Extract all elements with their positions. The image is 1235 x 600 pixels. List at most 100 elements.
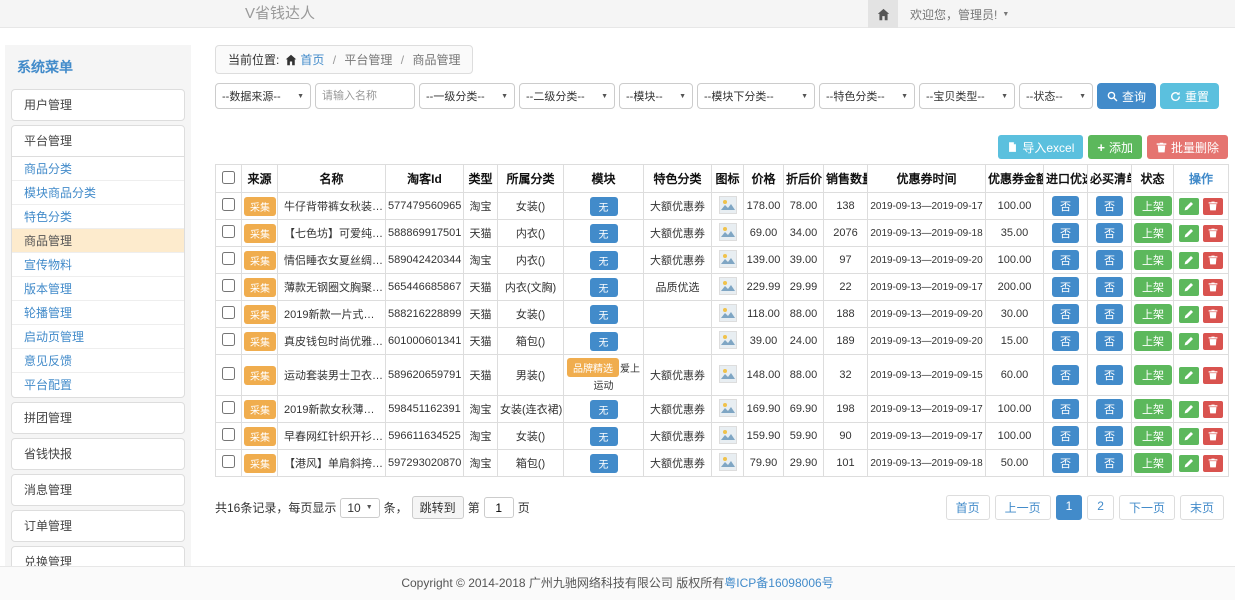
reset-button[interactable]: 重置: [1160, 83, 1219, 109]
must-buy-toggle[interactable]: 否: [1096, 304, 1123, 324]
sidebar-item-5[interactable]: 订单管理: [12, 511, 184, 541]
page-number-input[interactable]: [484, 497, 514, 518]
delete-button[interactable]: [1203, 333, 1223, 350]
edit-button[interactable]: [1179, 428, 1199, 445]
page-first[interactable]: 首页: [946, 495, 990, 520]
import-select-toggle[interactable]: 否: [1052, 250, 1079, 270]
filter-select-data-source[interactable]: --数据来源--▼: [215, 83, 311, 109]
name-search-input[interactable]: [315, 83, 415, 109]
edit-button[interactable]: [1179, 333, 1199, 350]
must-buy-toggle[interactable]: 否: [1096, 365, 1123, 385]
home-nav-button[interactable]: [868, 0, 898, 28]
sidebar-subitem[interactable]: 特色分类: [12, 205, 184, 229]
row-checkbox[interactable]: [222, 367, 235, 380]
delete-button[interactable]: [1203, 401, 1223, 418]
row-checkbox[interactable]: [222, 252, 235, 265]
filter-select-item-type[interactable]: --宝贝类型--▼: [919, 83, 1015, 109]
filter-select-module[interactable]: --模块--▼: [619, 83, 693, 109]
import-select-toggle[interactable]: 否: [1052, 426, 1079, 446]
delete-button[interactable]: [1203, 225, 1223, 242]
edit-button[interactable]: [1179, 225, 1199, 242]
row-checkbox[interactable]: [222, 198, 235, 211]
status-toggle[interactable]: 上架: [1134, 399, 1172, 419]
status-toggle[interactable]: 上架: [1134, 453, 1172, 473]
import-select-toggle[interactable]: 否: [1052, 277, 1079, 297]
filter-select-feature-category[interactable]: --特色分类--▼: [819, 83, 915, 109]
must-buy-toggle[interactable]: 否: [1096, 399, 1123, 419]
sidebar-item-2[interactable]: 拼团管理: [12, 403, 184, 433]
import-select-toggle[interactable]: 否: [1052, 196, 1079, 216]
app-title[interactable]: V省钱达人: [245, 0, 315, 28]
row-checkbox[interactable]: [222, 333, 235, 346]
import-select-toggle[interactable]: 否: [1052, 331, 1079, 351]
edit-button[interactable]: [1179, 306, 1199, 323]
filter-select-level1-category[interactable]: --一级分类--▼: [419, 83, 515, 109]
delete-button[interactable]: [1203, 198, 1223, 215]
page-2[interactable]: 2: [1087, 495, 1114, 520]
batch-delete-button[interactable]: 批量删除: [1147, 135, 1228, 159]
sidebar-subitem[interactable]: 平台配置: [12, 373, 184, 397]
delete-button[interactable]: [1203, 455, 1223, 472]
page-next[interactable]: 下一页: [1119, 495, 1175, 520]
icp-link[interactable]: 粤ICP备16098006号: [724, 576, 833, 590]
row-checkbox[interactable]: [222, 279, 235, 292]
sidebar-item-0[interactable]: 用户管理: [12, 90, 184, 120]
must-buy-toggle[interactable]: 否: [1096, 196, 1123, 216]
edit-button[interactable]: [1179, 367, 1199, 384]
breadcrumb-home-link[interactable]: 首页: [300, 53, 324, 67]
sidebar-subitem[interactable]: 版本管理: [12, 277, 184, 301]
edit-button[interactable]: [1179, 401, 1199, 418]
must-buy-toggle[interactable]: 否: [1096, 426, 1123, 446]
delete-button[interactable]: [1203, 279, 1223, 296]
search-button[interactable]: 查询: [1097, 83, 1156, 109]
sidebar-subitem[interactable]: 商品分类: [12, 157, 184, 181]
status-toggle[interactable]: 上架: [1134, 223, 1172, 243]
sidebar-subitem[interactable]: 宣传物料: [12, 253, 184, 277]
row-checkbox[interactable]: [222, 225, 235, 238]
sidebar-subitem[interactable]: 启动页管理: [12, 325, 184, 349]
import-select-toggle[interactable]: 否: [1052, 453, 1079, 473]
must-buy-toggle[interactable]: 否: [1096, 277, 1123, 297]
page-prev[interactable]: 上一页: [995, 495, 1051, 520]
import-select-toggle[interactable]: 否: [1052, 223, 1079, 243]
status-toggle[interactable]: 上架: [1134, 277, 1172, 297]
sidebar-subitem[interactable]: 意见反馈: [12, 349, 184, 373]
status-toggle[interactable]: 上架: [1134, 426, 1172, 446]
sidebar-subitem[interactable]: 模块商品分类: [12, 181, 184, 205]
sidebar-item-1[interactable]: 平台管理: [12, 126, 184, 156]
delete-button[interactable]: [1203, 252, 1223, 269]
status-toggle[interactable]: 上架: [1134, 331, 1172, 351]
import-select-toggle[interactable]: 否: [1052, 399, 1079, 419]
edit-button[interactable]: [1179, 279, 1199, 296]
edit-button[interactable]: [1179, 252, 1199, 269]
must-buy-toggle[interactable]: 否: [1096, 331, 1123, 351]
sidebar-item-3[interactable]: 省钱快报: [12, 439, 184, 469]
page-1[interactable]: 1: [1056, 495, 1083, 520]
status-toggle[interactable]: 上架: [1134, 304, 1172, 324]
delete-button[interactable]: [1203, 428, 1223, 445]
import-select-toggle[interactable]: 否: [1052, 365, 1079, 385]
sidebar-subitem[interactable]: 商品管理: [12, 229, 184, 253]
must-buy-toggle[interactable]: 否: [1096, 453, 1123, 473]
jump-button[interactable]: 跳转到: [412, 496, 464, 519]
page-last[interactable]: 末页: [1180, 495, 1224, 520]
sidebar-subitem[interactable]: 轮播管理: [12, 301, 184, 325]
import-select-toggle[interactable]: 否: [1052, 304, 1079, 324]
delete-button[interactable]: [1203, 306, 1223, 323]
status-toggle[interactable]: 上架: [1134, 196, 1172, 216]
per-page-select[interactable]: 10▼: [340, 498, 379, 518]
row-checkbox[interactable]: [222, 401, 235, 414]
status-toggle[interactable]: 上架: [1134, 365, 1172, 385]
edit-button[interactable]: [1179, 455, 1199, 472]
must-buy-toggle[interactable]: 否: [1096, 223, 1123, 243]
edit-button[interactable]: [1179, 198, 1199, 215]
filter-select-module-subcategory[interactable]: --模块下分类--▼: [697, 83, 815, 109]
row-checkbox[interactable]: [222, 306, 235, 319]
import-excel-button[interactable]: 导入excel: [998, 135, 1083, 159]
row-checkbox[interactable]: [222, 428, 235, 441]
filter-select-status[interactable]: --状态--▼: [1019, 83, 1093, 109]
select-all-checkbox[interactable]: [222, 171, 235, 184]
sidebar-item-4[interactable]: 消息管理: [12, 475, 184, 505]
row-checkbox[interactable]: [222, 455, 235, 468]
must-buy-toggle[interactable]: 否: [1096, 250, 1123, 270]
